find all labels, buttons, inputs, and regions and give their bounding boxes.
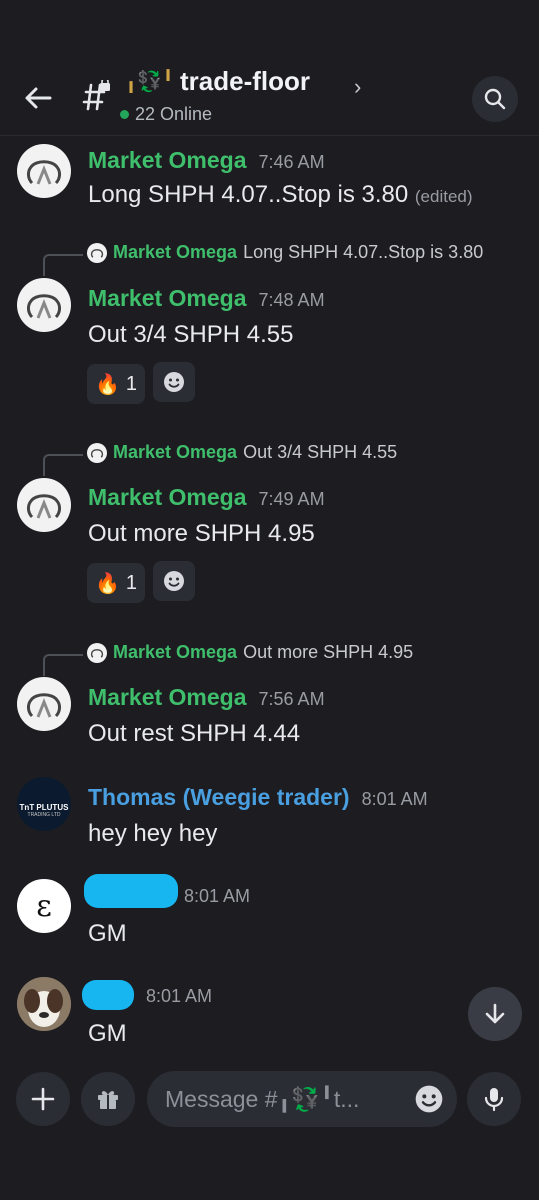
search-icon [484,88,506,110]
channel-emoji: ╻💱╹ [125,71,174,93]
reply-connector [43,454,83,476]
omega-logo-icon [27,160,61,185]
author-name[interactable]: Market Omega [88,484,247,511]
message-text: GM [88,1020,127,1047]
message-header: Thomas (Weegie trader) 8:01 AM [88,784,428,811]
avatar-text: TnT PLUTUS [19,802,69,812]
reply-preview[interactable]: Market Omega Out 3/4 SHPH 4.55 [87,442,397,463]
plus-icon [31,1087,55,1111]
message-header: Market Omega 7:49 AM [88,484,325,511]
search-button[interactable] [472,76,518,122]
reaction-count: 1 [125,372,138,395]
reply-author: Market Omega [113,642,238,662]
online-count: 22 Online [135,104,213,124]
reply-text: Out more SHPH 4.95 [243,642,414,662]
message-input[interactable]: Message #╻💱╹t... [147,1071,457,1127]
fire-icon: 🔥 [95,572,120,595]
message-header: Market Omega 7:56 AM [88,684,325,711]
timestamp: 8:01 AM [146,986,213,1006]
timestamp: 7:48 AM [258,290,325,310]
arrow-down-icon [485,1003,505,1024]
gift-icon [98,1091,118,1109]
add-attachment-button[interactable] [16,1072,70,1126]
author-name[interactable]: Market Omega [88,147,247,174]
voice-message-button[interactable] [467,1072,521,1126]
arrow-left-icon [25,87,52,109]
timestamp: 7:56 AM [258,689,325,709]
message-text: GM [88,920,127,947]
avatar[interactable]: ε [17,879,71,933]
avatar[interactable] [17,278,71,332]
message-text: Out more SHPH 4.95 [88,520,315,547]
gift-button[interactable] [81,1072,135,1126]
avatar[interactable] [17,478,71,532]
avatar[interactable] [17,977,71,1031]
channel-name: trade-floor [179,66,310,96]
scroll-to-bottom-button[interactable] [468,987,522,1041]
avatar-letter: ε [36,888,52,924]
omega-logo-icon [27,494,61,519]
dog-photo-icon [17,977,71,1031]
message-text: Out 3/4 SHPH 4.55 [88,321,294,348]
redacted-name [84,874,178,908]
timestamp: 8:01 AM [184,886,251,906]
message-header: Market Omega 7:48 AM [88,285,325,312]
author-name[interactable]: Market Omega [88,285,247,312]
message-composer: Message #╻💱╹t... [0,1057,539,1200]
online-dot [120,110,129,119]
message-text: Out rest SHPH 4.44 [88,720,301,747]
emoji-icon [164,372,184,392]
reply-text: Long SHPH 4.07..Stop is 3.80 [243,242,484,262]
avatar[interactable]: TnT PLUTUS TRADING LTD [17,777,71,831]
avatar[interactable] [17,144,71,198]
message-text: Long SHPH 4.07..Stop is 3.80 (edited) [88,181,473,209]
author-name[interactable]: Thomas (Weegie trader) [88,784,350,811]
reply-author: Market Omega [113,242,238,262]
channel-header: ╻💱╹ trade-floor › 22 Online [0,0,539,136]
fire-icon: 🔥 [95,373,120,396]
reply-text: Out 3/4 SHPH 4.55 [243,442,398,462]
reaction-count: 1 [125,571,138,594]
timestamp: 7:46 AM [258,152,325,172]
chevron-right-icon[interactable]: › [354,74,361,100]
timestamp: 8:01 AM [361,789,428,809]
reply-avatar [87,442,107,463]
reply-avatar [87,642,107,663]
reply-avatar [87,242,107,263]
emoji-icon[interactable] [413,1083,445,1115]
channel-title[interactable]: ╻💱╹ trade-floor [125,66,310,97]
author-name[interactable]: Market Omega [88,684,247,711]
message-header: 8:01 AM [146,986,212,1007]
message-header: Market Omega 7:46 AM [88,147,325,174]
message-header: 8:01 AM [184,886,250,907]
reaction-fire[interactable]: 🔥 1 [87,563,146,603]
avatar[interactable] [17,677,71,731]
emoji-icon [164,571,184,591]
message-body: Long SHPH 4.07..Stop is 3.80 [88,181,409,208]
timestamp: 7:49 AM [258,489,325,509]
add-reaction-button[interactable] [153,362,195,402]
reply-preview[interactable]: Market Omega Long SHPH 4.07..Stop is 3.8… [87,242,483,263]
reply-connector [43,254,83,276]
message-placeholder: Message #╻💱╹t... [165,1085,360,1112]
omega-logo-icon [27,693,61,718]
reply-connector [43,654,83,676]
reply-author: Market Omega [113,442,238,462]
message-text: hey hey hey [88,820,218,847]
message-list[interactable]: Market Omega 7:46 AM Long SHPH 4.07..Sto… [0,137,539,1057]
online-status: 22 Online [120,104,212,125]
back-button[interactable] [22,82,54,114]
microphone-icon [484,1088,504,1112]
avatar-subtext: TRADING LTD [27,811,61,818]
omega-logo-icon [27,294,61,319]
reply-preview[interactable]: Market Omega Out more SHPH 4.95 [87,642,413,663]
redacted-name [82,980,134,1010]
reaction-fire[interactable]: 🔥 1 [87,364,146,404]
add-reaction-button[interactable] [153,561,195,601]
hash-lock-icon [78,77,112,114]
edited-label: (edited) [414,187,473,206]
